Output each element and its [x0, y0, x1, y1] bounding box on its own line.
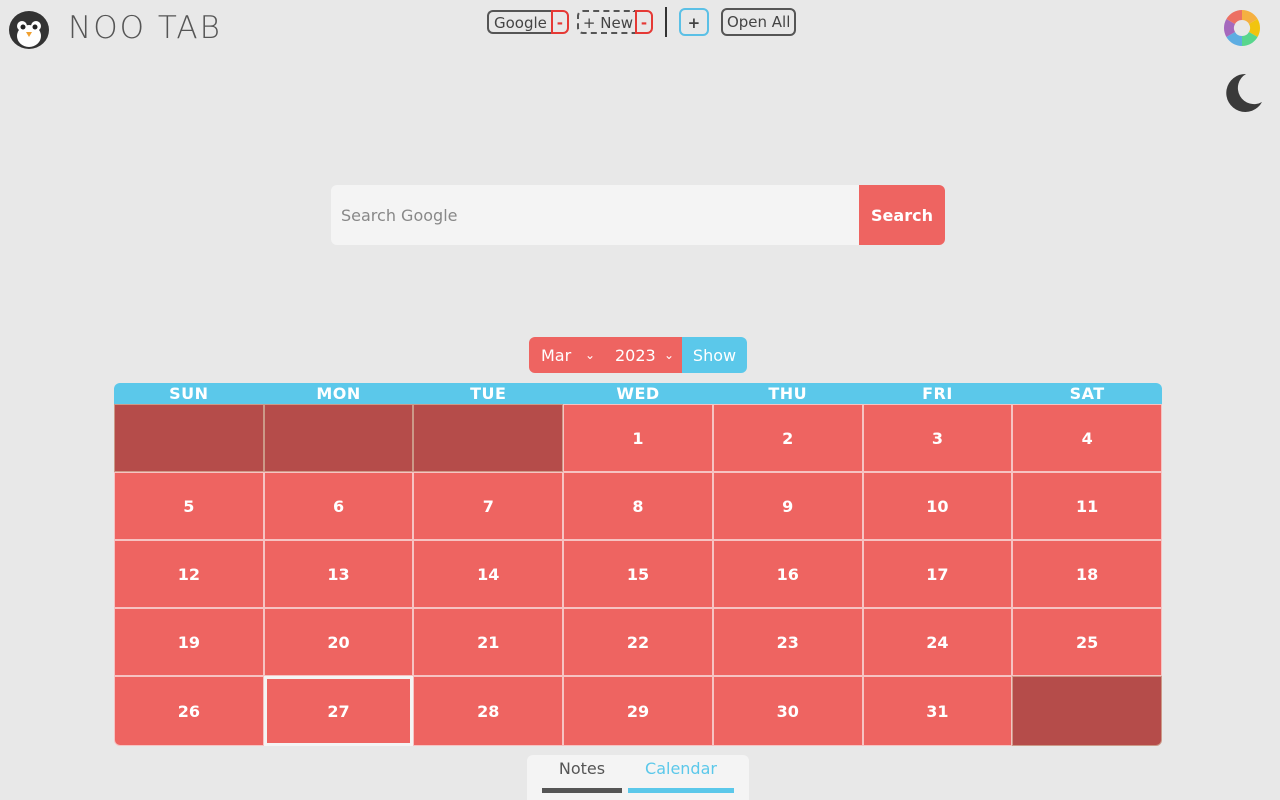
calendar-day[interactable]: 28	[413, 676, 564, 746]
show-button[interactable]: Show	[682, 337, 747, 373]
calendar-day[interactable]: 24	[862, 608, 1013, 676]
calendar-day[interactable]: 9	[712, 472, 863, 540]
calendar-empty-cell	[263, 404, 414, 472]
calendar-day[interactable]: 23	[712, 608, 863, 676]
tab-notes-indicator	[542, 788, 622, 793]
calendar-day[interactable]: 11	[1012, 472, 1162, 540]
weekday-label: TUE	[470, 384, 507, 403]
calendar-day[interactable]: 13	[263, 540, 414, 608]
tab-calendar-indicator	[628, 788, 734, 793]
calendar-day[interactable]: 1	[563, 404, 713, 472]
calendar-day[interactable]: 7	[413, 472, 564, 540]
calendar-empty-cell	[1012, 676, 1162, 746]
calendar-day[interactable]: 26	[114, 676, 264, 746]
calendar-day[interactable]: 3	[862, 404, 1013, 472]
chevron-down-icon: ⌄	[663, 348, 674, 362]
chevron-down-icon: ⌄	[584, 348, 595, 362]
calendar-day[interactable]: 31	[862, 676, 1013, 746]
calendar-day[interactable]: 8	[563, 472, 713, 540]
color-wheel-icon[interactable]	[1222, 8, 1262, 48]
delete-bookmark-new-button[interactable]: -	[634, 10, 653, 34]
month-select[interactable]: Mar ⌄	[529, 337, 603, 373]
weekday-label: SUN	[169, 384, 209, 403]
year-select[interactable]: 2023 ⌄	[603, 337, 682, 373]
tab-calendar[interactable]: Calendar	[628, 759, 734, 778]
app-logo: NOO TAB	[8, 6, 222, 50]
penguin-icon	[9, 11, 49, 49]
calendar-grid: 1 2 3 4 5 6 7 8 9 10 11 12 13 14 15 16 17 18 19 20 21 22 23 24 2…	[114, 404, 1162, 746]
weekday-label: THU	[768, 384, 808, 403]
calendar-empty-cell	[114, 404, 264, 472]
weekday-header: SUN MON TUE WED THU FRI SAT	[114, 383, 1162, 404]
calendar-day[interactable]: 20	[263, 608, 414, 676]
calendar-day[interactable]: 15	[563, 540, 713, 608]
moon-icon[interactable]	[1222, 72, 1264, 114]
weekday-label: MON	[316, 384, 361, 403]
delete-bookmark-google-button[interactable]: -	[550, 10, 569, 34]
calendar-day[interactable]: 12	[114, 540, 264, 608]
bookmark-google[interactable]: Google	[487, 10, 551, 34]
calendar-day[interactable]: 21	[413, 608, 564, 676]
search-button[interactable]: Search	[859, 185, 945, 245]
calendar: SUN MON TUE WED THU FRI SAT 1 2 3 4 5 6 7 8 9 10 1…	[114, 383, 1162, 746]
app-title: NOO TAB	[68, 10, 222, 46]
year-value: 2023	[615, 345, 656, 365]
calendar-day[interactable]: 14	[413, 540, 564, 608]
weekday-label: WED	[616, 384, 660, 403]
weekday-label: SAT	[1069, 384, 1105, 403]
calendar-day[interactable]: 29	[563, 676, 713, 746]
month-year-picker: Mar ⌄ 2023 ⌄ Show	[529, 337, 747, 373]
calendar-day[interactable]: 18	[1012, 540, 1162, 608]
calendar-day[interactable]: 10	[862, 472, 1013, 540]
calendar-day[interactable]: 25	[1012, 608, 1162, 676]
bookmarks-divider	[664, 7, 667, 37]
calendar-day[interactable]: 22	[563, 608, 713, 676]
month-value: Mar	[541, 345, 572, 365]
bottom-tabs: Notes Calendar	[527, 755, 749, 800]
calendar-day-today[interactable]: 27	[263, 676, 414, 746]
calendar-day[interactable]: 2	[712, 404, 863, 472]
calendar-day[interactable]: 6	[263, 472, 414, 540]
calendar-day[interactable]: 4	[1012, 404, 1162, 472]
bookmarks-bar: Google - + New - + Open All	[487, 7, 797, 37]
add-bookmark-button[interactable]: +	[678, 8, 709, 36]
calendar-day[interactable]: 30	[712, 676, 863, 746]
search-bar: Search	[331, 185, 945, 245]
new-bookmark-button[interactable]: + New	[576, 10, 635, 34]
open-all-button[interactable]: Open All	[720, 8, 797, 36]
calendar-day[interactable]: 17	[862, 540, 1013, 608]
weekday-label: FRI	[922, 384, 953, 403]
calendar-day[interactable]: 16	[712, 540, 863, 608]
calendar-day[interactable]: 5	[114, 472, 264, 540]
tab-notes[interactable]: Notes	[542, 759, 622, 778]
calendar-day[interactable]: 19	[114, 608, 264, 676]
search-input[interactable]	[331, 185, 859, 245]
calendar-empty-cell	[413, 404, 564, 472]
